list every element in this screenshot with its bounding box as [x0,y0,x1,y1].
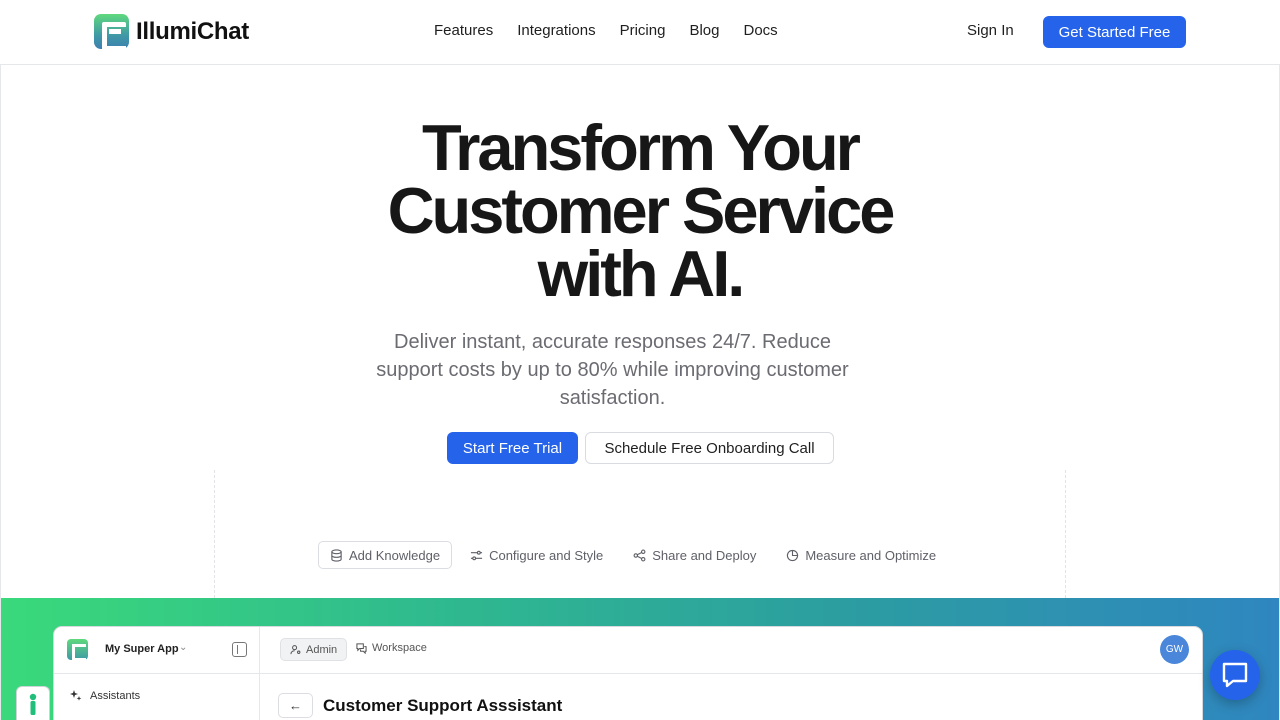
chat-widget-button[interactable] [1210,650,1260,700]
tab-label: Configure and Style [489,547,604,563]
nav-integrations[interactable]: Integrations [517,22,595,39]
brand-name: IllumiChat [136,17,250,45]
main-nav: Features Integrations Pricing Blog Docs [434,22,778,39]
nav-features[interactable]: Features [434,22,493,39]
tab-label: Add Knowledge [349,547,441,563]
app-name: My Super App [105,643,179,655]
database-icon [331,548,342,562]
accessibility-button[interactable] [16,686,50,720]
workspace-tab: Workspace [356,642,427,654]
steps-tabs: Add Knowledge Configure and Style Share … [318,541,948,569]
app-preview: My Super App ⌄ Assistants Admin Workspac… [53,626,1203,720]
tab-label: Share and Deploy [652,547,757,563]
tab-add-knowledge[interactable]: Add Knowledge [318,541,453,569]
tab-measure-optimize[interactable]: Measure and Optimize [774,541,948,569]
sidebar-item-label: Assistants [90,690,141,702]
app-sidebar: My Super App ⌄ Assistants [54,627,260,720]
sliders-icon [471,550,483,560]
chat-icon [1222,662,1248,688]
back-arrow-icon: ← [278,693,313,718]
sparkles-icon [70,690,82,701]
nav-docs[interactable]: Docs [743,22,777,39]
tab-configure-style[interactable]: Configure and Style [458,541,615,569]
share-icon [633,549,646,561]
app-logo-icon [67,639,88,661]
admin-label: Admin [306,643,338,656]
hero-title: Transform Your Customer Service with AI. [340,115,940,306]
chevron-down-icon: ⌄ [179,642,188,653]
pie-chart-icon [787,549,799,561]
app-sidebar-header: My Super App ⌄ [54,627,260,674]
nav-pricing[interactable]: Pricing [620,22,666,39]
brand-logo[interactable]: IllumiChat [94,14,250,51]
chat-bubbles-icon [356,642,367,654]
start-free-trial-button[interactable]: Start Free Trial [447,432,578,464]
avatar: GW [1160,635,1189,664]
tab-share-deploy[interactable]: Share and Deploy [621,541,768,569]
sidebar-toggle-icon [232,642,247,657]
workspace-label: Workspace [372,642,427,654]
nav-blog[interactable]: Blog [689,22,719,39]
app-page-title: Customer Support Asssistant [323,696,563,715]
schedule-onboarding-button[interactable]: Schedule Free Onboarding Call [585,432,834,464]
site-header: IllumiChat Features Integrations Pricing… [0,0,1280,65]
get-started-button[interactable]: Get Started Free [1043,16,1186,48]
sign-in-link[interactable]: Sign In [967,22,1014,39]
tab-label: Measure and Optimize [805,547,937,563]
hero-title-line: with AI. [537,237,746,310]
sidebar-item-assistants: Assistants [70,690,140,702]
hero-subtitle: Deliver instant, accurate responses 24/7… [376,331,849,409]
accessibility-icon [29,693,37,715]
logo-icon [94,14,129,51]
admin-tab: Admin [280,638,348,661]
user-cog-icon [290,645,301,655]
app-topbar: Admin Workspace GW [260,627,1202,674]
steps-panel [214,470,1066,598]
